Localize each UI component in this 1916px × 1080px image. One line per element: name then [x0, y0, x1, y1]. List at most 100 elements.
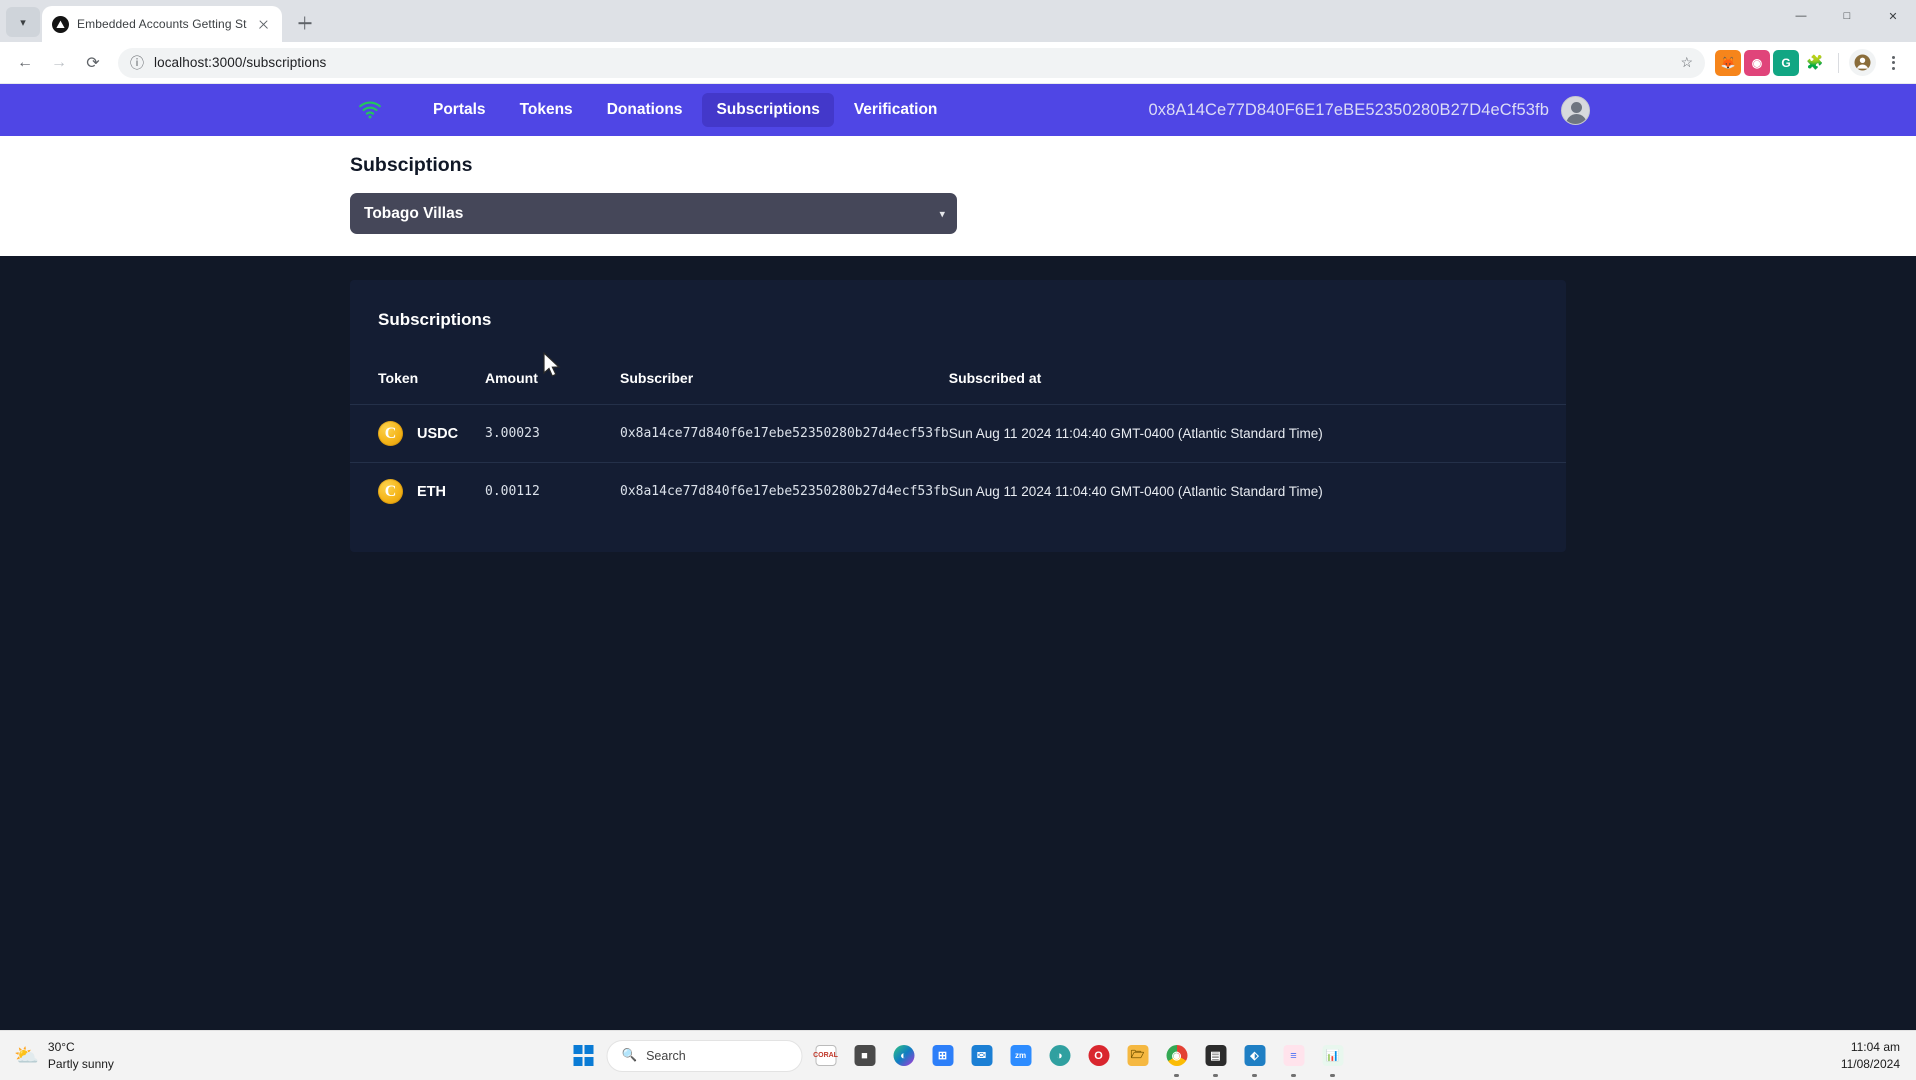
- back-button[interactable]: ←: [10, 48, 40, 78]
- profile-avatar-icon[interactable]: [1849, 49, 1876, 76]
- table-header-row: Token Amount Subscriber Subscribed at: [350, 370, 1566, 405]
- mail-icon[interactable]: ✉: [966, 1040, 998, 1072]
- taskbar-center: 🔍 Search CORAL ■ ◐ ⊞ ✉ zm ◑ O 🗁 ◉ ▤ ⬖ ≡ …: [568, 1039, 1349, 1072]
- cell-token: C ETH: [350, 463, 485, 521]
- toolbar-divider: [1838, 52, 1839, 73]
- task-view-icon[interactable]: ■: [849, 1040, 881, 1072]
- column-header-token: Token: [378, 370, 419, 386]
- browser-toolbar: ← → ⟳ ⓘ localhost:3000/subscriptions ☆ 🦊…: [0, 42, 1916, 84]
- close-tab-icon[interactable]: [255, 16, 272, 33]
- editor-icon[interactable]: ≡: [1278, 1040, 1310, 1072]
- cell-subscribed-at: Sun Aug 11 2024 11:04:40 GMT-0400 (Atlan…: [948, 484, 1323, 499]
- tab-title: Embedded Accounts Getting St: [77, 17, 247, 31]
- nav-link-subscriptions[interactable]: Subscriptions: [702, 93, 834, 127]
- cell-token: C USDC: [350, 405, 485, 463]
- taskbar-search[interactable]: 🔍 Search: [606, 1039, 803, 1072]
- navbar-left: Portals Tokens Donations Subscriptions V…: [355, 93, 951, 127]
- firefox-relay-extension-icon[interactable]: ◉: [1744, 49, 1770, 76]
- weather-text: 30°C Partly sunny: [48, 1039, 114, 1071]
- tab-strip: ▾ Embedded Accounts Getting St — □ ✕: [0, 0, 1916, 42]
- reload-button[interactable]: ⟳: [78, 48, 108, 78]
- opera-icon[interactable]: O: [1083, 1040, 1115, 1072]
- nav-link-verification[interactable]: Verification: [840, 93, 952, 127]
- token-name: USDC: [417, 425, 459, 442]
- table-row[interactable]: C ETH 0.00112 0x8a14ce77d840f6e17ebe5235…: [350, 462, 1566, 521]
- site-info-icon[interactable]: ⓘ: [130, 53, 144, 73]
- nav-link-tokens[interactable]: Tokens: [506, 93, 587, 127]
- bookmark-star-icon[interactable]: ☆: [1680, 54, 1693, 71]
- grammarly-extension-icon[interactable]: G: [1773, 49, 1799, 76]
- cell-amount: 3.00023: [485, 426, 540, 441]
- terminal-icon[interactable]: ▤: [1200, 1040, 1232, 1072]
- card-title: Subscriptions: [378, 310, 492, 329]
- file-explorer-icon[interactable]: 🗁: [1122, 1040, 1154, 1072]
- portal-select-value: Tobago Villas: [364, 204, 464, 222]
- vs-code-icon[interactable]: ⬖: [1239, 1040, 1271, 1072]
- table-row[interactable]: C USDC 3.00023 0x8a14ce77d840f6e17ebe523…: [350, 404, 1566, 463]
- column-header-subscribed-at: Subscribed at: [948, 370, 1042, 386]
- token-cell: C USDC: [378, 421, 485, 446]
- address-bar[interactable]: ⓘ localhost:3000/subscriptions ☆: [118, 47, 1705, 78]
- wifi-icon[interactable]: [355, 95, 385, 125]
- close-window-button[interactable]: ✕: [1870, 0, 1916, 32]
- windows-taskbar: ⛅ 30°C Partly sunny 🔍 Search CORAL ■ ◐ ⊞…: [0, 1030, 1916, 1080]
- spreadsheet-icon[interactable]: 📊: [1317, 1040, 1349, 1072]
- cell-subscriber: 0x8a14ce77d840f6e17ebe52350280b27d4ecf53…: [620, 484, 949, 499]
- portal-select[interactable]: Tobago Villas: [350, 193, 957, 234]
- weather-condition: Partly sunny: [47, 1056, 114, 1071]
- minimize-window-button[interactable]: —: [1778, 0, 1824, 32]
- nav-link-donations[interactable]: Donations: [593, 93, 697, 127]
- windows-start-icon[interactable]: [568, 1040, 600, 1072]
- eth-coin-icon: C: [378, 479, 403, 504]
- page-title: Subsciptions: [350, 154, 473, 176]
- url-text: localhost:3000/subscriptions: [154, 55, 327, 70]
- forward-button[interactable]: →: [44, 48, 74, 78]
- metamask-extension-icon[interactable]: 🦊: [1715, 49, 1741, 76]
- photos-icon[interactable]: ◑: [1044, 1040, 1076, 1072]
- microsoft-store-icon[interactable]: ⊞: [927, 1040, 959, 1072]
- taskbar-clock[interactable]: 11:04 am 11/08/2024: [1841, 1039, 1916, 1071]
- portal-select-wrapper: Tobago Villas ▾: [350, 193, 957, 234]
- browser-tab[interactable]: Embedded Accounts Getting St: [42, 6, 282, 42]
- table-head: Token Amount Subscriber Subscribed at: [350, 370, 1566, 405]
- page-header-band: Subsciptions Tobago Villas ▾: [0, 136, 1916, 256]
- app-navbar: Portals Tokens Donations Subscriptions V…: [0, 84, 1916, 136]
- page-viewport: Portals Tokens Donations Subscriptions V…: [0, 84, 1916, 1030]
- extension-icons: 🦊 ◉ G 🧩: [1715, 49, 1828, 76]
- page-header-container: Subsciptions Tobago Villas ▾: [350, 154, 1566, 234]
- google-chrome-icon[interactable]: ◉: [1161, 1040, 1193, 1072]
- cell-subscribed-at: Sun Aug 11 2024 11:04:40 GMT-0400 (Atlan…: [948, 426, 1323, 441]
- table-body: C USDC 3.00023 0x8a14ce77d840f6e17ebe523…: [350, 404, 1566, 521]
- kebab-menu-icon[interactable]: [1880, 50, 1906, 76]
- microsoft-edge-icon[interactable]: ◐: [888, 1040, 920, 1072]
- weather-temperature: 30°C: [47, 1040, 75, 1055]
- cell-subscriber: 0x8a14ce77d840f6e17ebe52350280b27d4ecf53…: [620, 426, 949, 441]
- navbar-links: Portals Tokens Donations Subscriptions V…: [419, 93, 951, 127]
- puzzle-extensions-icon[interactable]: 🧩: [1802, 49, 1828, 76]
- search-placeholder: Search: [646, 1048, 686, 1063]
- column-header-amount: Amount: [485, 370, 538, 386]
- clock-time: 11:04 am: [1850, 1040, 1900, 1055]
- coral-widget-icon[interactable]: CORAL: [810, 1040, 842, 1072]
- navbar-right: 0x8A14Ce77D840F6E17eBE52350280B27D4eCf53…: [1148, 95, 1886, 125]
- tab-search-dropdown-icon[interactable]: ▾: [6, 7, 40, 37]
- partly-sunny-icon: ⛅: [14, 1045, 39, 1067]
- token-name: ETH: [417, 483, 446, 500]
- new-tab-button[interactable]: [290, 8, 320, 38]
- cell-amount: 0.00112: [485, 484, 540, 499]
- wallet-address[interactable]: 0x8A14Ce77D840F6E17eBE52350280B27D4eCf53…: [1148, 101, 1549, 120]
- column-header-subscriber: Subscriber: [620, 370, 694, 386]
- triangle-logo-icon: [52, 15, 69, 33]
- user-avatar-icon[interactable]: [1561, 95, 1590, 125]
- subscriptions-table: Token Amount Subscriber Subscribed at C …: [350, 370, 1566, 520]
- search-icon: 🔍: [621, 1048, 638, 1062]
- zoom-icon[interactable]: zm: [1005, 1040, 1037, 1072]
- maximize-window-button[interactable]: □: [1824, 0, 1870, 32]
- window-controls: — □ ✕: [1778, 0, 1916, 42]
- weather-widget[interactable]: ⛅ 30°C Partly sunny: [0, 1039, 114, 1071]
- token-cell: C ETH: [378, 479, 485, 504]
- subscriptions-card: Subscriptions Token Amount Subscriber Su…: [350, 280, 1566, 552]
- nav-link-portals[interactable]: Portals: [419, 93, 500, 127]
- usdc-coin-icon: C: [378, 421, 403, 446]
- browser-window: ▾ Embedded Accounts Getting St — □ ✕ ← →…: [0, 0, 1916, 1080]
